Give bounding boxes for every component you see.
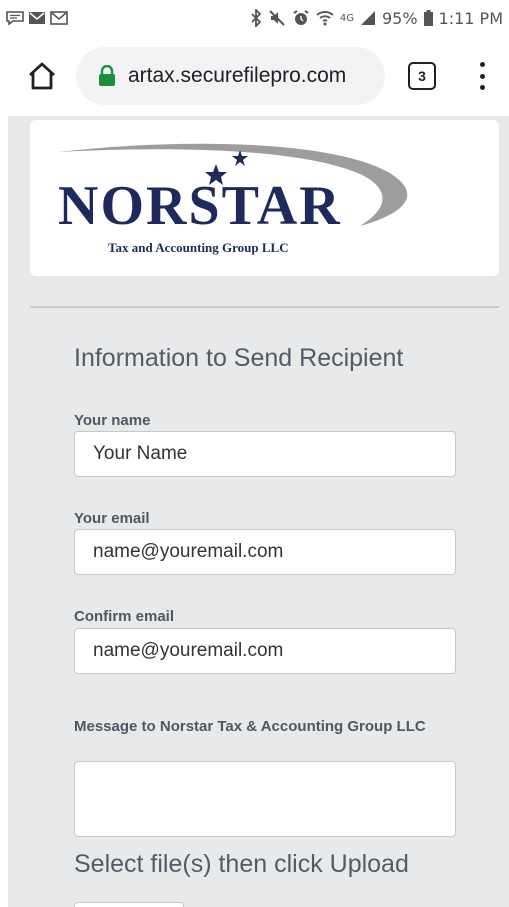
url-text: artax.securefilepro.com — [128, 64, 347, 87]
logo-card: NORSTAR Tax and Accounting Group LLC — [30, 120, 499, 276]
logo-star — [232, 150, 248, 166]
info-section-title: Information to Send Recipient — [74, 344, 404, 372]
network-type-label: 4G — [339, 12, 354, 24]
email-input[interactable] — [74, 529, 456, 575]
norstar-logo: NORSTAR Tax and Accounting Group LLC — [58, 143, 408, 255]
battery-icon — [423, 10, 433, 26]
select-files-button[interactable] — [74, 902, 184, 907]
message-notification-icon — [6, 11, 24, 25]
home-button[interactable] — [14, 48, 70, 104]
notification-icons — [6, 11, 68, 25]
alarm-icon — [293, 10, 309, 25]
confirm-email-label: Confirm email — [74, 608, 175, 625]
email-notification-icon-2 — [50, 11, 68, 25]
email-notification-icon — [29, 12, 45, 24]
tab-switcher-button[interactable]: 3 — [408, 62, 436, 90]
home-icon — [29, 62, 55, 90]
signal-icon — [360, 11, 375, 25]
browser-toolbar: artax.securefilepro.com 3 — [0, 36, 509, 116]
page-content: NORSTAR Tax and Accounting Group LLC Inf… — [8, 116, 509, 907]
logo-brand: NORSTAR — [58, 175, 342, 237]
name-input[interactable] — [74, 431, 456, 477]
battery-percent: 95% — [381, 8, 418, 28]
message-label: Message to Norstar Tax & Accounting Grou… — [74, 718, 426, 735]
bluetooth-icon — [251, 9, 262, 27]
address-bar[interactable]: artax.securefilepro.com — [76, 47, 385, 105]
clock: 1:11 PM — [438, 8, 503, 28]
email-label: Your email — [74, 510, 150, 527]
name-label: Your name — [74, 412, 151, 429]
confirm-email-input[interactable] — [74, 628, 456, 674]
mute-icon — [269, 10, 285, 26]
lock-icon — [99, 65, 115, 86]
logo-subtitle: Tax and Accounting Group LLC — [108, 240, 289, 255]
upload-section-title: Select file(s) then click Upload — [74, 850, 409, 878]
browser-menu-button[interactable] — [470, 58, 494, 94]
status-bar: 4G 95% 1:11 PM — [0, 0, 509, 36]
menu-dot — [479, 73, 485, 79]
wifi-icon — [316, 11, 334, 26]
divider — [30, 306, 499, 308]
message-textarea[interactable] — [74, 761, 456, 837]
tab-count: 3 — [418, 68, 426, 84]
system-status: 4G 95% 1:11 PM — [250, 9, 503, 28]
menu-dot — [479, 85, 485, 90]
menu-dot — [479, 62, 485, 67]
